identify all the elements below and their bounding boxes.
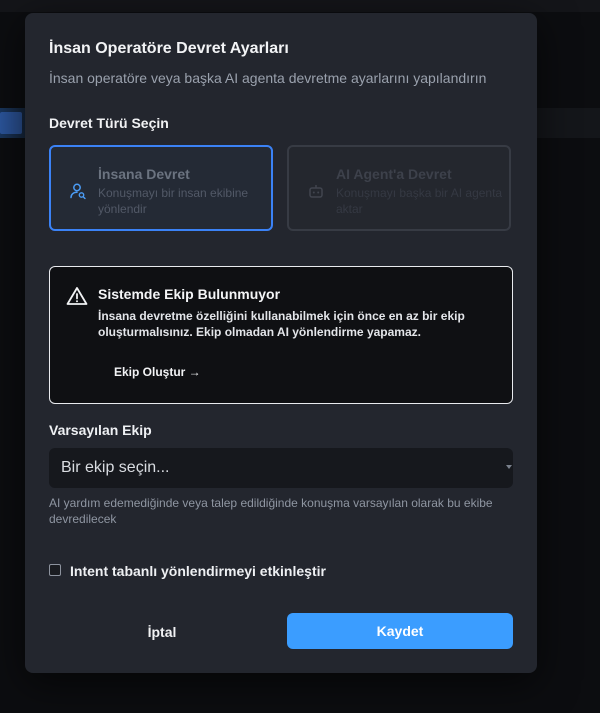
no-team-alert: Sistemde Ekip Bulunmuyor İnsana devretme… bbox=[49, 266, 513, 404]
default-team-placeholder: Bir ekip seçin... bbox=[61, 459, 170, 476]
handoff-type-agent-card[interactable]: AI Agent'a Devret Konuşmayı başka bir AI… bbox=[287, 145, 511, 231]
handoff-type-human-title: İnsana Devret bbox=[98, 166, 190, 182]
handoff-settings-modal: İnsan Operatöre Devret Ayarları İnsan op… bbox=[25, 13, 537, 673]
modal-title: İnsan Operatöre Devret Ayarları bbox=[49, 40, 289, 57]
default-team-select[interactable]: Bir ekip seçin... bbox=[49, 448, 513, 488]
handoff-type-human-card[interactable]: İnsana Devret Konuşmayı bir insan ekibin… bbox=[49, 145, 273, 231]
intent-routing-label[interactable]: Intent tabanlı yönlendirmeyi etkinleştir bbox=[70, 563, 326, 579]
warning-icon bbox=[66, 287, 88, 305]
user-search-icon bbox=[70, 183, 86, 200]
save-button[interactable]: Kaydet bbox=[287, 613, 513, 649]
handoff-type-human-description: Konuşmayı bir insan ekibine yönlendir bbox=[98, 186, 249, 216]
default-team-label: Varsayılan Ekip bbox=[49, 422, 152, 438]
background-header bbox=[0, 0, 600, 12]
chevron-down-icon bbox=[506, 465, 512, 469]
default-team-help: AI yardım edemediğinde veya talep edildi… bbox=[49, 496, 493, 526]
background-accent bbox=[0, 112, 22, 134]
create-team-link[interactable]: Ekip Oluştur → bbox=[106, 361, 209, 383]
handoff-type-agent-title: AI Agent'a Devret bbox=[336, 166, 452, 182]
bot-icon bbox=[309, 185, 323, 198]
modal-subtitle: İnsan operatöre veya başka AI agenta dev… bbox=[49, 70, 487, 86]
alert-title: Sistemde Ekip Bulunmuyor bbox=[98, 286, 281, 302]
cancel-button[interactable]: İptal bbox=[49, 613, 275, 649]
intent-routing-checkbox[interactable] bbox=[49, 564, 61, 576]
handoff-type-label: Devret Türü Seçin bbox=[49, 115, 169, 131]
alert-description: İnsana devretme özelliğini kullanabilmek… bbox=[98, 309, 465, 339]
handoff-type-agent-description: Konuşmayı başka bir AI agenta aktar bbox=[336, 186, 503, 216]
